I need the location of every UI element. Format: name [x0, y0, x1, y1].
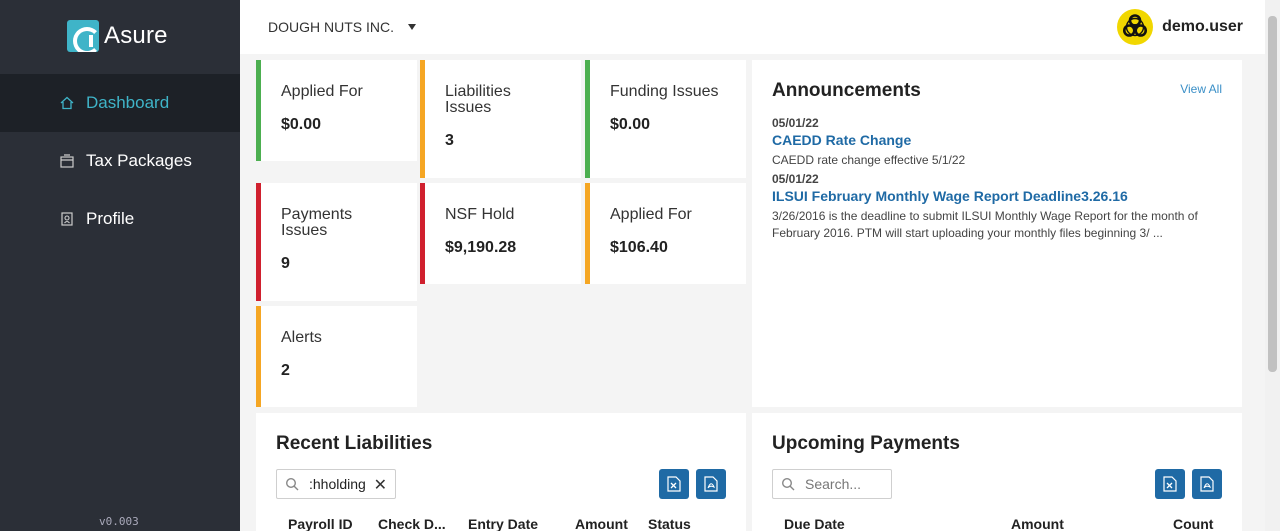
stat-label: NSF Hold	[445, 206, 515, 223]
sidebar-item-label: Tax Packages	[86, 151, 192, 170]
sidebar-item-dashboard[interactable]: Dashboard	[0, 74, 240, 132]
column-header-amount[interactable]: Amount	[1011, 516, 1064, 531]
recent-liabilities-panel: Recent Liabilities :hholding ✕ Payroll I…	[256, 413, 746, 531]
stat-label: Liabilities Issues	[445, 83, 511, 116]
announcement-title[interactable]: ILSUI February Monthly Wage Report Deadl…	[772, 188, 1222, 204]
export-pdf-button[interactable]	[1192, 469, 1222, 499]
export-excel-button[interactable]	[659, 469, 689, 499]
search-icon	[781, 477, 795, 491]
column-header-entry-date[interactable]: Entry Date	[468, 516, 538, 531]
home-icon	[60, 96, 74, 110]
stat-card-applied-for-2[interactable]: Applied For $106.40	[585, 183, 746, 284]
stat-card-payments-issues[interactable]: Payments Issues 9	[256, 183, 417, 301]
column-header-payroll-id[interactable]: Payroll ID	[288, 516, 353, 531]
recent-liabilities-title: Recent Liabilities	[276, 433, 433, 454]
liabilities-search-input[interactable]: :hholding ✕	[276, 469, 396, 499]
stat-card-alerts[interactable]: Alerts 2	[256, 306, 417, 407]
stat-label: Alerts	[281, 329, 322, 346]
logo-text: Asure	[104, 22, 168, 49]
announcement-item: 05/01/22 CAEDD Rate Change CAEDD rate ch…	[772, 116, 1222, 169]
company-selector[interactable]: DOUGH NUTS INC.	[268, 19, 416, 35]
search-icon	[285, 477, 299, 491]
search-placeholder: Search...	[805, 476, 862, 492]
sidebar-item-label: Profile	[86, 209, 135, 228]
search-value: :hholding	[309, 476, 366, 492]
pdf-file-icon	[1200, 476, 1214, 492]
sidebar-item-label: Dashboard	[86, 93, 170, 112]
announcement-body: CAEDD rate change effective 5/1/22	[772, 153, 966, 167]
stat-card-applied-for[interactable]: Applied For $0.00	[256, 60, 417, 161]
upcoming-payments-title: Upcoming Payments	[772, 433, 960, 454]
stat-label: Payments Issues	[281, 206, 353, 239]
profile-icon	[60, 212, 74, 226]
stat-value: $106.40	[610, 239, 668, 256]
stat-value: 2	[281, 362, 290, 379]
stat-label: Funding Issues	[610, 83, 719, 100]
stat-card-nsf-hold[interactable]: NSF Hold $9,190.28	[420, 183, 581, 284]
announcement-date: 05/01/22	[772, 172, 819, 186]
logo[interactable]: Asure	[67, 20, 168, 52]
asure-logo-icon	[67, 20, 99, 52]
clear-search-icon[interactable]: ✕	[374, 475, 387, 495]
package-icon	[60, 154, 74, 168]
pdf-file-icon	[704, 476, 718, 492]
sidebar-nav: Dashboard Tax Packages Profile	[0, 74, 240, 248]
payments-search-input[interactable]: Search...	[772, 469, 892, 499]
announcement-item: 05/01/22 ILSUI February Monthly Wage Rep…	[772, 172, 1222, 242]
excel-file-icon	[667, 476, 681, 492]
stat-value: $9,190.28	[445, 239, 517, 256]
biohazard-icon	[1117, 9, 1154, 45]
page-scrollbar[interactable]	[1265, 0, 1280, 531]
stat-value: $0.00	[610, 116, 651, 133]
export-pdf-button[interactable]	[696, 469, 726, 499]
export-excel-button[interactable]	[1155, 469, 1185, 499]
stat-label: Applied For	[610, 206, 692, 223]
excel-file-icon	[1163, 476, 1177, 492]
upcoming-payments-panel: Upcoming Payments Search... Due Date Amo…	[752, 413, 1242, 531]
topbar: DOUGH NUTS INC. demo.user	[240, 0, 1265, 54]
sidebar-item-profile[interactable]: Profile	[0, 190, 240, 248]
column-header-due-date[interactable]: Due Date	[784, 516, 845, 531]
username: demo.user	[1162, 18, 1243, 35]
app-version: v0.003	[99, 515, 139, 528]
stat-value: 3	[445, 132, 454, 149]
stat-label: Applied For	[281, 83, 363, 100]
scroll-thumb[interactable]	[1268, 16, 1277, 372]
announcements-title: Announcements	[772, 80, 921, 101]
column-header-count[interactable]: Count	[1173, 516, 1213, 531]
column-header-status[interactable]: Status	[648, 516, 691, 531]
chevron-down-icon	[408, 24, 416, 30]
company-name: DOUGH NUTS INC.	[268, 19, 394, 35]
column-header-check-date[interactable]: Check D...	[378, 516, 446, 531]
sidebar-item-tax-packages[interactable]: Tax Packages	[0, 132, 240, 190]
announcements-panel: Announcements View All 05/01/22 CAEDD Ra…	[752, 60, 1242, 407]
announcement-title[interactable]: CAEDD Rate Change	[772, 132, 1222, 148]
announcement-date: 05/01/22	[772, 116, 819, 130]
stat-value: $0.00	[281, 116, 322, 133]
stat-value: 9	[281, 255, 290, 272]
view-all-link[interactable]: View All	[1180, 82, 1222, 96]
sidebar: Asure Dashboard Tax Packages Profile v0.…	[0, 0, 240, 531]
announcement-body: 3/26/2016 is the deadline to submit ILSU…	[772, 209, 1198, 240]
stat-card-funding-issues[interactable]: Funding Issues $0.00	[585, 60, 746, 178]
user-menu[interactable]: demo.user	[1117, 9, 1243, 45]
stat-card-liabilities-issues[interactable]: Liabilities Issues 3	[420, 60, 581, 178]
column-header-amount[interactable]: Amount	[575, 516, 628, 531]
